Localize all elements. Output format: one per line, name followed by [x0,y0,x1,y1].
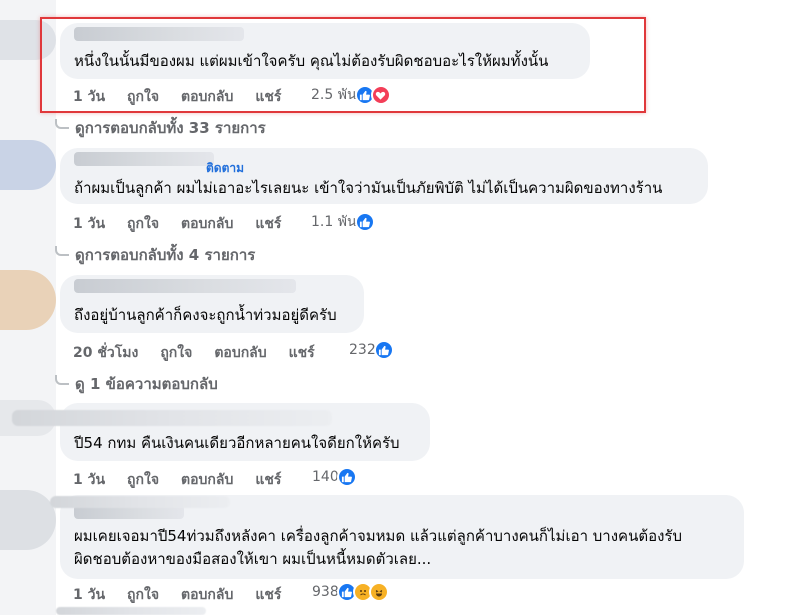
reply-preview-blurred [56,607,206,615]
like-button[interactable]: ถูกใจ [127,584,159,606]
view-replies-label: ดูการตอบกลับทั้ง 33 รายการ [75,119,266,137]
comment-time[interactable]: 1 วัน [73,213,105,235]
reply-button[interactable]: ตอบกลับ [181,584,233,606]
comment-time[interactable]: 1 วัน [73,584,105,606]
avatar-blur [0,140,56,190]
view-replies-label: ดูการตอบกลับทั้ง 4 รายการ [75,246,256,264]
like-button[interactable]: ถูกใจ [127,213,159,235]
comment-time[interactable]: 1 วัน [73,469,105,491]
reply-thread-arrow-icon [55,246,69,256]
reaction-summary[interactable]: 140 [312,467,357,487]
comment-text: ถึงอยู่บ้านลูกค้าก็คงจะถูกน้ำท่วมอยู่ดีค… [74,306,337,324]
view-replies-label: ดู 1 ข้อความตอบกลับ [75,375,218,393]
reply-button[interactable]: ตอบกลับ [181,213,233,235]
share-button[interactable]: แชร์ [255,584,281,606]
author-name-blurred[interactable] [12,410,332,426]
reaction-count: 938 [312,584,339,600]
reaction-count: 140 [312,469,339,485]
reply-thread-arrow-icon [55,119,69,129]
like-reaction-icon [354,212,375,232]
haha-reaction-icon [368,582,389,602]
reply-button[interactable]: ตอบกลับ [214,342,266,364]
reaction-count: 1.1 พัน [311,214,357,230]
like-reaction-icon [373,340,394,360]
share-button[interactable]: แชร์ [255,469,281,491]
reaction-count: 232 [349,342,376,358]
comment-text-line-2: ผิดชอบต้องหาของมือสองให้เขา ผมเป็นหนี้หม… [74,550,432,568]
author-name-blurred[interactable] [50,496,230,508]
reaction-summary[interactable]: 1.1 พัน [311,211,375,233]
view-replies-link[interactable]: ดูการตอบกลับทั้ง 33 รายการ [55,116,266,140]
reaction-summary[interactable]: 232 [349,340,394,360]
view-replies-link[interactable]: ดู 1 ข้อความตอบกลับ [55,372,218,396]
comment-actions: 1 วัน ถูกใจ ตอบกลับ แชร์ [73,213,303,235]
share-button[interactable]: แชร์ [255,213,281,235]
comment-text: ถ้าผมเป็นลูกค้า ผมไม่เอาอะไรเลยนะ เข้าใจ… [74,179,663,197]
comment-actions: 1 วัน ถูกใจ ตอบกลับ แชร์ [73,584,303,606]
highlight-box [40,17,646,113]
author-name-blurred[interactable] [74,279,296,293]
like-reaction-icon [336,467,357,487]
like-button[interactable]: ถูกใจ [127,469,159,491]
author-name-blurred[interactable] [74,152,214,166]
reaction-summary[interactable]: 938 [312,582,389,602]
comment-time[interactable]: 20 ชั่วโมง [73,342,138,364]
share-button[interactable]: แชร์ [289,342,315,364]
comment-bubble: ติดตาม ถ้าผมเป็นลูกค้า ผมไม่เอาอะไรเลยนะ… [60,148,708,204]
comment-actions: 20 ชั่วโมง ถูกใจ ตอบกลับ แชร์ [73,342,337,364]
comment-text-line-1: ผมเคยเจอมาปี54ท่วมถึงหลังคา เครื่องลูกค้… [74,527,682,545]
comment-bubble: ถึงอยู่บ้านลูกค้าก็คงจะถูกน้ำท่วมอยู่ดีค… [60,275,364,333]
like-button[interactable]: ถูกใจ [160,342,192,364]
comment-text: ปี54 กทม คืนเงินคนเดียวอีกหลายคนใจดียกให… [74,434,400,452]
reply-button[interactable]: ตอบกลับ [181,469,233,491]
comment-actions: 1 วัน ถูกใจ ตอบกลับ แชร์ [73,469,303,491]
view-replies-link[interactable]: ดูการตอบกลับทั้ง 4 รายการ [55,243,255,267]
reply-thread-arrow-icon [55,375,69,385]
follow-link[interactable]: ติดตาม [206,159,244,178]
